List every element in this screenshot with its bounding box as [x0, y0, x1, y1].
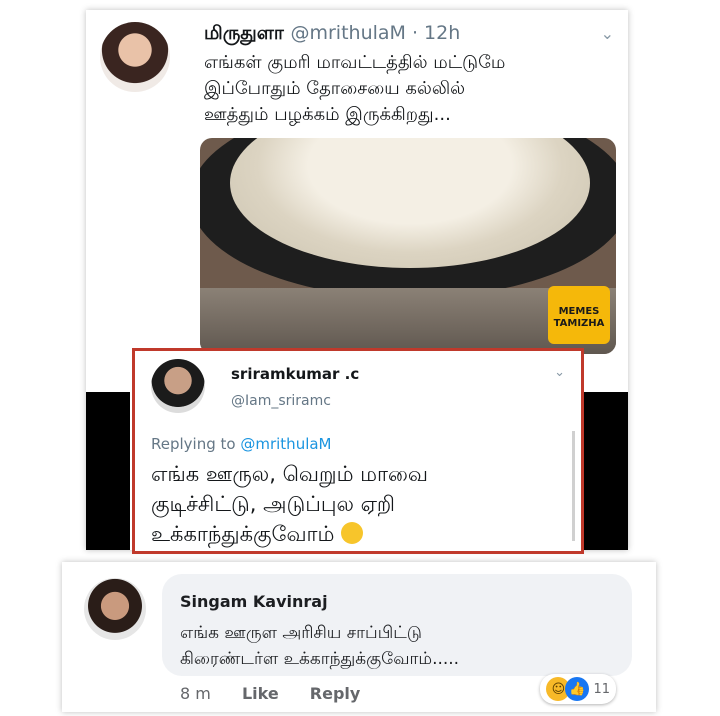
replying-prefix: Replying to: [151, 435, 236, 453]
reply-text-block: எங்க ஊருல, வெறும் மாவை குடிச்சிட்டு, அடு…: [151, 459, 571, 549]
reactions-summary[interactable]: ☺ 👍 11: [540, 674, 616, 704]
reply-handle: @Iam_sriramc: [231, 393, 331, 409]
watermark-logo: MEMES TAMIZHA: [548, 286, 610, 344]
replying-to-link[interactable]: @mrithulaM: [240, 435, 331, 453]
face-with-rolling-eyes-icon: [341, 522, 364, 544]
chevron-down-icon[interactable]: ⌄: [554, 365, 565, 380]
like-icon: 👍: [565, 677, 590, 701]
tweet-author-avatar[interactable]: [100, 22, 170, 92]
tweet-author-name[interactable]: மிருதுளா: [204, 22, 284, 44]
tweet-header: மிருதுளா @mrithulaM · 12h: [204, 22, 460, 47]
replying-to-line: Replying to @mrithulaM: [151, 435, 332, 453]
comment-bubble: Singam Kavinraj எங்க ஊருள அரிசிய சாப்பிட…: [162, 574, 632, 676]
facebook-comment-card: Singam Kavinraj எங்க ஊருள அரிசிய சாப்பிட…: [62, 562, 656, 712]
comment-time: 8 m: [180, 684, 211, 703]
reply-author-name[interactable]: sriramkumar .c: [231, 365, 359, 383]
dark-strip-right: [584, 392, 628, 550]
scrollbar[interactable]: [572, 431, 575, 541]
reply-text: எங்க ஊருல, வெறும் மாவை குடிச்சிட்டு, அடு…: [151, 462, 428, 546]
reply-button[interactable]: Reply: [310, 684, 361, 703]
tweet-media-image[interactable]: MEMES TAMIZHA: [200, 138, 616, 354]
comment-actions: 8 m Like Reply: [180, 684, 386, 703]
reply-author-avatar[interactable]: [151, 359, 205, 413]
comment-author-name[interactable]: Singam Kavinraj: [180, 592, 328, 611]
like-button[interactable]: Like: [242, 684, 279, 703]
chevron-down-icon[interactable]: ⌄: [601, 24, 614, 43]
comment-text: எங்க ஊருள அரிசிய சாப்பிட்டு கிரைண்டர்ள உ…: [180, 623, 460, 669]
tweet-text: எங்கள் குமரி மாவட்டத்தில் மட்டுமே இப்போத…: [204, 52, 506, 125]
reaction-count: 11: [593, 681, 610, 697]
quoted-reply-card: sriramkumar .c @Iam_sriramc ⌄ Replying t…: [132, 348, 584, 554]
tweet-handle: @mrithulaM · 12h: [290, 22, 461, 44]
dark-strip-left: [86, 392, 130, 550]
comment-author-avatar[interactable]: [84, 578, 146, 640]
